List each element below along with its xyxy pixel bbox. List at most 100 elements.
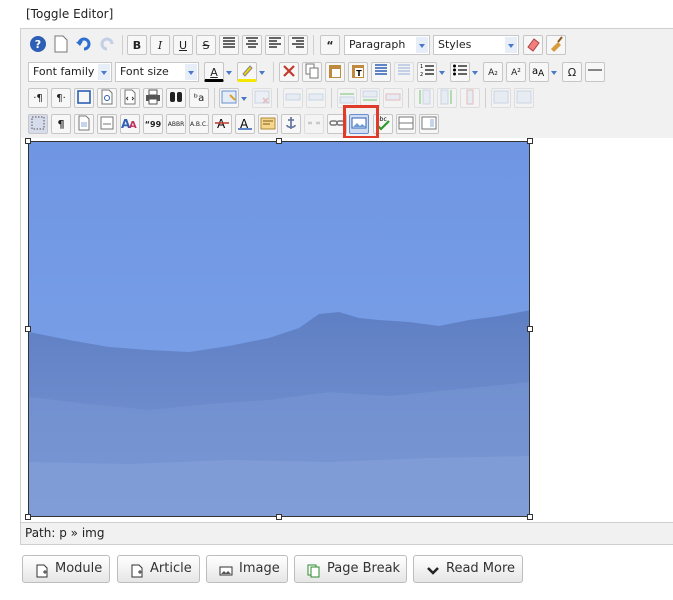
help-icon[interactable]: ? — [28, 35, 48, 55]
chevron-down-icon — [505, 37, 517, 53]
selected-image[interactable] — [28, 141, 530, 517]
print-icon[interactable] — [143, 88, 163, 108]
attributes-button[interactable]: ᵇa — [189, 88, 209, 108]
delete-row-icon[interactable] — [383, 88, 403, 108]
justify-full-icon[interactable] — [219, 35, 239, 55]
insert-layer-icon[interactable] — [97, 114, 117, 134]
page-break-button-label: Page Break — [327, 561, 401, 576]
paste-word-icon[interactable] — [371, 62, 391, 82]
copy-icon[interactable] — [302, 62, 322, 82]
editor-content-area[interactable] — [21, 138, 673, 522]
case-change-icon[interactable]: aA — [529, 62, 549, 82]
cut-icon[interactable] — [279, 62, 299, 82]
resize-handle-left[interactable] — [25, 326, 31, 332]
page-break-button[interactable]: Page Break — [294, 555, 407, 583]
numbered-list-icon[interactable]: 12 — [417, 62, 437, 82]
resize-handle-bottom-left[interactable] — [25, 514, 31, 520]
acronym-button[interactable]: A.B.C. — [189, 114, 209, 134]
highlight-color-icon[interactable] — [237, 62, 257, 82]
horizontal-rule-icon[interactable] — [585, 62, 605, 82]
read-more-button[interactable]: Read More — [413, 555, 523, 583]
element-path-bar: Path: p » img — [21, 522, 673, 544]
merge-cells-icon[interactable] — [514, 88, 534, 108]
chevron-down-icon — [416, 37, 428, 53]
search-replace-icon[interactable] — [166, 88, 186, 108]
visual-aid-icon[interactable] — [28, 114, 48, 134]
resize-handle-right[interactable] — [527, 326, 533, 332]
article-button[interactable]: Article — [117, 555, 200, 583]
rtl-paragraph-icon[interactable]: ¶· — [51, 88, 71, 108]
delete-table-icon[interactable] — [252, 88, 272, 108]
text-color-button[interactable]: A — [204, 62, 224, 82]
show-blocks-button[interactable]: ¶ — [51, 114, 71, 134]
toolbar-separator — [277, 88, 278, 108]
ltr-paragraph-icon[interactable]: ·¶ — [28, 88, 48, 108]
special-character-button[interactable]: Ω — [562, 62, 582, 82]
anchor-icon[interactable] — [281, 114, 301, 134]
fullscreen-icon[interactable] — [74, 88, 94, 108]
bullet-list-icon[interactable] — [450, 62, 470, 82]
chevron-down-icon[interactable] — [257, 62, 267, 82]
eraser-icon[interactable] — [523, 35, 543, 55]
attribute-edit-icon[interactable] — [258, 114, 278, 134]
align-right-icon[interactable] — [288, 35, 308, 55]
delete-text-icon[interactable]: A — [212, 114, 232, 134]
path-value[interactable]: p » img — [59, 526, 104, 540]
resize-handle-bottom[interactable] — [276, 514, 282, 520]
chevron-down-icon[interactable] — [470, 62, 480, 82]
resize-handle-top-left[interactable] — [25, 138, 31, 144]
undo-icon[interactable] — [74, 35, 94, 55]
resize-handle-top-right[interactable] — [527, 138, 533, 144]
chevron-down-icon[interactable] — [224, 62, 234, 82]
font-family-select[interactable]: Font family — [28, 62, 112, 82]
delete-col-icon[interactable] — [460, 88, 480, 108]
redo-icon[interactable] — [97, 35, 117, 55]
template-icon[interactable] — [74, 114, 94, 134]
toolbar-separator — [331, 88, 332, 108]
html-source-icon[interactable] — [120, 88, 140, 108]
format-select[interactable]: Paragraph — [344, 35, 430, 55]
module-icon — [35, 562, 49, 578]
font-size-select[interactable]: Font size — [115, 62, 199, 82]
strikethrough-button[interactable]: S — [196, 35, 216, 55]
preview-icon[interactable] — [97, 88, 117, 108]
chevron-down-icon[interactable] — [437, 62, 447, 82]
col-before-icon[interactable] — [414, 88, 434, 108]
svg-text:T: T — [356, 69, 362, 78]
insert-text-icon[interactable]: A — [235, 114, 255, 134]
insert-table-icon[interactable] — [219, 88, 239, 108]
module-button[interactable]: Module — [22, 555, 110, 583]
resize-handle-bottom-right[interactable] — [527, 514, 533, 520]
image-button[interactable]: Image — [206, 555, 288, 583]
paste-text-icon[interactable]: T — [348, 62, 368, 82]
cite-button[interactable]: “99 — [143, 114, 163, 134]
italic-button[interactable]: I — [150, 35, 170, 55]
chevron-down-icon[interactable] — [549, 62, 559, 82]
blockquote-button[interactable]: “ — [320, 35, 340, 55]
paste-icon[interactable] — [325, 62, 345, 82]
pagebreak-icon[interactable] — [396, 114, 416, 134]
unlink-icon[interactable] — [304, 114, 324, 134]
readmore-icon[interactable] — [419, 114, 439, 134]
chevron-down-icon — [426, 562, 440, 576]
superscript-button[interactable]: A² — [506, 62, 526, 82]
abbreviation-button[interactable]: ABBR — [166, 114, 186, 134]
style-props-icon[interactable]: AA — [120, 114, 140, 134]
styles-select[interactable]: Styles — [433, 35, 519, 55]
split-cells-icon[interactable] — [491, 88, 511, 108]
toggle-editor-link[interactable]: [Toggle Editor] — [26, 7, 113, 21]
cleanup-broom-icon[interactable] — [546, 35, 566, 55]
align-left-icon[interactable] — [265, 35, 285, 55]
subscript-button[interactable]: A₂ — [483, 62, 503, 82]
bold-button[interactable]: B — [127, 35, 147, 55]
underline-button[interactable]: U — [173, 35, 193, 55]
cell-properties-icon[interactable] — [306, 88, 326, 108]
row-properties-icon[interactable] — [283, 88, 303, 108]
select-all-icon[interactable] — [394, 62, 414, 82]
align-center-icon[interactable] — [242, 35, 262, 55]
resize-handle-top[interactable] — [276, 138, 282, 144]
picture-icon — [219, 562, 233, 576]
chevron-down-icon[interactable] — [239, 88, 249, 108]
new-document-icon[interactable] — [51, 35, 71, 55]
col-after-icon[interactable] — [437, 88, 457, 108]
